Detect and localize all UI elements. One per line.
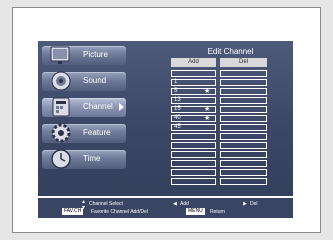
channel-del-cell[interactable] [220, 169, 267, 176]
speaker-icon [51, 71, 71, 91]
channel-number: 5 [174, 88, 178, 94]
channel-del-cell[interactable] [220, 142, 267, 149]
channel-number: 13 [174, 97, 181, 103]
edit-channel-title: Edit Channel [207, 47, 254, 56]
channel-del-cell[interactable] [220, 133, 267, 140]
column-header-add: Add [171, 58, 216, 67]
channel-add-cell[interactable] [171, 160, 216, 167]
channel-add-cell[interactable]: 15 ★ [171, 106, 216, 113]
clock-icon [51, 149, 71, 169]
menu-label-picture: Picture [83, 50, 108, 59]
channel-number: 40 [174, 115, 181, 121]
menu-key[interactable]: MENU [186, 208, 205, 215]
channel-del-cell[interactable] [220, 70, 267, 77]
submenu-arrow-icon [119, 103, 124, 111]
channel-add-cell[interactable]: 5 ★ [171, 88, 216, 95]
menu-item-channel[interactable]: Channel [42, 97, 126, 117]
menu-item-sound[interactable]: Sound [42, 71, 126, 91]
channel-add-cell[interactable]: 40 ★ [171, 115, 216, 122]
channel-del-cell[interactable] [220, 151, 267, 158]
channel-del-cell[interactable] [220, 88, 267, 95]
channel-del-cell[interactable] [220, 160, 267, 167]
channel-add-cell[interactable] [171, 151, 216, 158]
channel-add-cell[interactable]: 13 [171, 97, 216, 104]
channel-del-cell[interactable] [220, 79, 267, 86]
favorite-star-icon: ★ [204, 106, 211, 113]
channel-number: 45 [174, 124, 181, 130]
menu-label-feature: Feature [83, 128, 111, 137]
menu-label-channel: Channel [83, 102, 113, 111]
del-hint: Del [250, 201, 258, 207]
channel-del-cell[interactable] [220, 97, 267, 104]
left-arrow-icon: ◀ [173, 201, 177, 207]
channel-add-cell[interactable]: 1 [171, 79, 216, 86]
channel-add-cell[interactable] [171, 178, 216, 185]
column-header-del: Del [220, 58, 267, 67]
channel-icon [52, 97, 70, 117]
fav-ch-key[interactable]: FAV.CH [62, 208, 84, 215]
channel-add-cell[interactable] [171, 142, 216, 149]
channel-number: 15 [174, 106, 181, 112]
channel-del-cell[interactable] [220, 106, 267, 113]
add-hint: Add [180, 201, 189, 207]
channel-add-cell[interactable] [171, 169, 216, 176]
return-hint: Return [210, 209, 226, 215]
menu-label-sound: Sound [83, 76, 107, 85]
favorite-star-icon: ★ [204, 88, 211, 95]
right-arrow-icon: ▶ [243, 201, 247, 207]
menu-item-picture[interactable]: Picture [42, 46, 126, 65]
favorite-hint: Favorite Channel Add/Del [91, 209, 148, 215]
menu-item-time[interactable]: Time [42, 149, 126, 169]
tv-icon [50, 46, 70, 64]
menu-item-feature[interactable]: Feature [42, 123, 126, 143]
channel-del-cell[interactable] [220, 115, 267, 122]
channel-del-cell[interactable] [220, 178, 267, 185]
channel-select-hint: Channel Select [89, 201, 123, 207]
channel-add-cell[interactable] [171, 133, 216, 140]
channel-add-cell[interactable]: 45 [171, 124, 216, 131]
channel-del-cell[interactable] [220, 124, 267, 131]
favorite-star-icon: ★ [204, 115, 211, 122]
channel-number: 1 [174, 79, 178, 85]
gear-icon [51, 123, 71, 143]
menu-label-time: Time [83, 154, 101, 163]
channel-add-cell[interactable] [171, 70, 216, 77]
